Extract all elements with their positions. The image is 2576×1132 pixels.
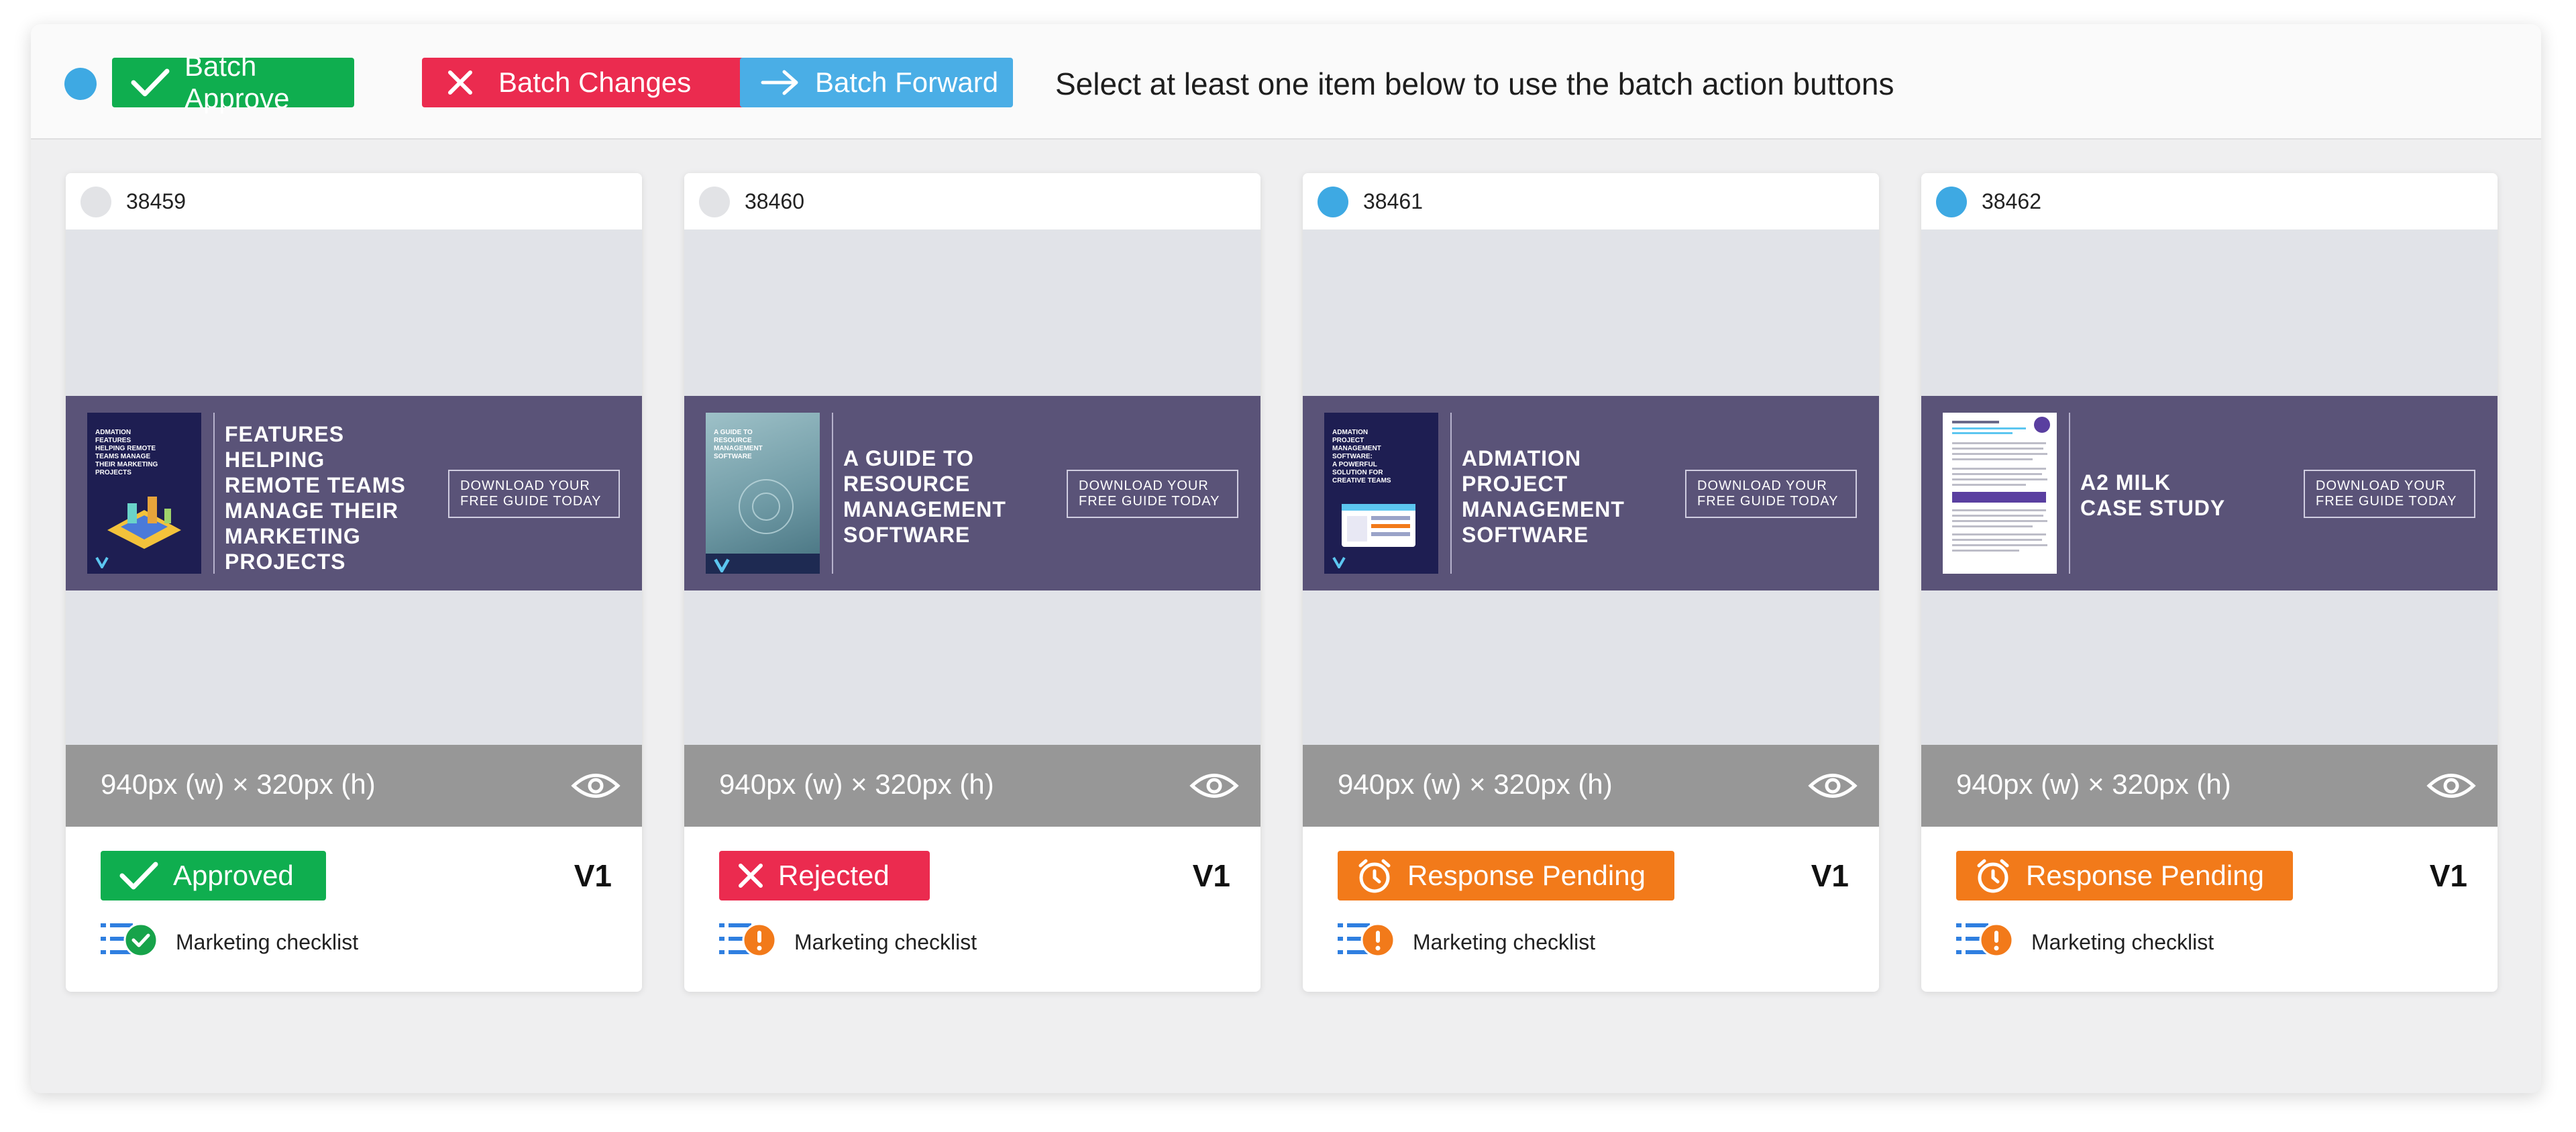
check-icon xyxy=(119,861,158,890)
proof-card[interactable]: 38461 ADMATION PROJECT MANAGEMENT SOFTWA… xyxy=(1303,173,1879,992)
banner-ad-preview: ADMATION FEATURES HELPING REMOTE TEAMS M… xyxy=(66,396,642,590)
cover-text: A GUIDE TO RESOURCE MANAGEMENT SOFTWARE xyxy=(714,429,763,460)
divider xyxy=(832,413,833,574)
batch-changes-label: Batch Changes xyxy=(498,66,692,98)
item-id: 38461 xyxy=(1363,189,1423,213)
item-id: 38459 xyxy=(126,189,186,213)
eye-icon[interactable] xyxy=(1808,770,1858,805)
dimensions-label: 940px (w) × 320px (h) xyxy=(1956,768,2231,800)
banner-ad-preview: ADMATION PROJECT MANAGEMENT SOFTWARE: A … xyxy=(1303,396,1879,590)
close-icon xyxy=(447,70,473,95)
eye-icon[interactable] xyxy=(1189,770,1239,805)
eye-icon[interactable] xyxy=(2426,770,2476,805)
eye-icon[interactable] xyxy=(571,770,621,805)
cover-text: ADMATION FEATURES HELPING REMOTE TEAMS M… xyxy=(95,429,158,476)
batch-forward-label: Batch Forward xyxy=(815,66,999,98)
status-badge: Rejected xyxy=(719,851,930,901)
dimensions-bar: 940px (w) × 320px (h) xyxy=(66,745,642,827)
dimensions-label: 940px (w) × 320px (h) xyxy=(1338,768,1613,800)
banner-title: A2 MILK CASE STUDY xyxy=(2080,470,2226,520)
batch-toolbar: Batch Approve Batch Changes Batch Forwar… xyxy=(31,24,2541,140)
card-header: 38461 xyxy=(1303,173,1879,229)
proof-card[interactable]: 38460 A GUIDE TO RESOURCE MANAGEMENT SOF… xyxy=(684,173,1260,992)
select-item-toggle[interactable] xyxy=(699,187,730,217)
dimensions-bar: 940px (w) × 320px (h) xyxy=(1921,745,2498,827)
divider xyxy=(213,413,215,574)
banner-cta: DOWNLOAD YOUR FREE GUIDE TODAY xyxy=(1685,470,1857,518)
status-badge: Response Pending xyxy=(1338,851,1674,901)
banner-title: ADMATION PROJECT MANAGEMENT SOFTWARE xyxy=(1462,446,1625,547)
version-label: V1 xyxy=(2429,858,2467,893)
batch-hint-text: Select at least one item below to use th… xyxy=(1055,66,1894,101)
select-all-toggle[interactable] xyxy=(64,68,97,100)
ebook-cover-image: ADMATION PROJECT MANAGEMENT SOFTWARE: A … xyxy=(1324,413,1438,574)
cover-text: ADMATION PROJECT MANAGEMENT SOFTWARE: A … xyxy=(1332,429,1391,484)
select-item-toggle[interactable] xyxy=(1936,187,1967,217)
ebook-cover-image: ADMATION FEATURES HELPING REMOTE TEAMS M… xyxy=(87,413,201,574)
banner-title: A GUIDE TO RESOURCE MANAGEMENT SOFTWARE xyxy=(843,446,1006,547)
proof-preview[interactable]: A GUIDE TO RESOURCE MANAGEMENT SOFTWARE … xyxy=(684,229,1260,745)
banner-cta: DOWNLOAD YOUR FREE GUIDE TODAY xyxy=(2304,470,2475,518)
batch-changes-button[interactable]: Batch Changes xyxy=(422,58,747,107)
banner-ad-preview: A2 MILK CASE STUDY DOWNLOAD YOUR FREE GU… xyxy=(1921,396,2498,590)
status-badge: Approved xyxy=(101,851,326,901)
divider xyxy=(2069,413,2070,574)
logo-icon xyxy=(95,555,109,570)
banner-title: FEATURES HELPING REMOTE TEAMS MANAGE THE… xyxy=(225,422,406,574)
select-item-toggle[interactable] xyxy=(1318,187,1348,217)
banner-cta: DOWNLOAD YOUR FREE GUIDE TODAY xyxy=(1067,470,1238,518)
status-label: Response Pending xyxy=(1407,860,1646,891)
item-id: 38462 xyxy=(1982,189,2041,213)
card-header: 38462 xyxy=(1921,173,2498,229)
status-label: Approved xyxy=(173,860,294,891)
stopwatch-icon xyxy=(1356,858,1393,894)
batch-approve-button[interactable]: Batch Approve xyxy=(112,50,354,114)
dimensions-label: 940px (w) × 320px (h) xyxy=(101,768,376,800)
checklist-complete-icon[interactable] xyxy=(99,921,161,963)
version-label: V1 xyxy=(1192,858,1230,893)
proof-preview[interactable]: ADMATION PROJECT MANAGEMENT SOFTWARE: A … xyxy=(1303,229,1879,745)
dimensions-bar: 940px (w) × 320px (h) xyxy=(684,745,1260,827)
status-label: Response Pending xyxy=(2026,860,2264,891)
arrow-right-icon xyxy=(760,69,800,96)
card-header: 38460 xyxy=(684,173,1260,229)
select-item-toggle[interactable] xyxy=(80,187,111,217)
banner-ad-preview: A GUIDE TO RESOURCE MANAGEMENT SOFTWARE … xyxy=(684,396,1260,590)
check-icon xyxy=(131,68,170,97)
close-icon xyxy=(738,863,763,888)
proof-preview[interactable]: A2 MILK CASE STUDY DOWNLOAD YOUR FREE GU… xyxy=(1921,229,2498,745)
batch-approve-label: Batch Approve xyxy=(184,50,290,114)
checklist-label[interactable]: Marketing checklist xyxy=(794,930,977,955)
batch-review-panel: Batch Approve Batch Changes Batch Forwar… xyxy=(31,24,2541,1093)
proof-card[interactable]: 38462 A2 MILK CASE STUDY DOWNLOAD YOUR F… xyxy=(1921,173,2498,992)
dimensions-label: 940px (w) × 320px (h) xyxy=(719,768,994,800)
logo-icon xyxy=(1332,555,1346,570)
proof-preview[interactable]: ADMATION FEATURES HELPING REMOTE TEAMS M… xyxy=(66,229,642,745)
version-label: V1 xyxy=(574,858,612,893)
item-id: 38460 xyxy=(745,189,804,213)
batch-forward-button[interactable]: Batch Forward xyxy=(740,58,1013,107)
checklist-label[interactable]: Marketing checklist xyxy=(176,930,358,955)
divider xyxy=(1450,413,1452,574)
checklist-label[interactable]: Marketing checklist xyxy=(2031,930,2214,955)
checklist-warning-icon[interactable] xyxy=(1336,921,1398,963)
checklist-warning-icon[interactable] xyxy=(1955,921,2017,963)
status-label: Rejected xyxy=(778,860,890,891)
banner-cta: DOWNLOAD YOUR FREE GUIDE TODAY xyxy=(448,470,620,518)
proof-card[interactable]: 38459 ADMATION FEATURES HELPING REMOTE T… xyxy=(66,173,642,992)
ebook-cover-image: A GUIDE TO RESOURCE MANAGEMENT SOFTWARE xyxy=(706,413,820,574)
stopwatch-icon xyxy=(1975,858,2011,894)
logo-icon xyxy=(706,554,820,574)
checklist-warning-icon[interactable] xyxy=(718,921,780,963)
dimensions-bar: 940px (w) × 320px (h) xyxy=(1303,745,1879,827)
version-label: V1 xyxy=(1811,858,1849,893)
checklist-label[interactable]: Marketing checklist xyxy=(1413,930,1595,955)
case-study-document-image xyxy=(1943,413,2057,574)
card-header: 38459 xyxy=(66,173,642,229)
status-badge: Response Pending xyxy=(1956,851,2293,901)
